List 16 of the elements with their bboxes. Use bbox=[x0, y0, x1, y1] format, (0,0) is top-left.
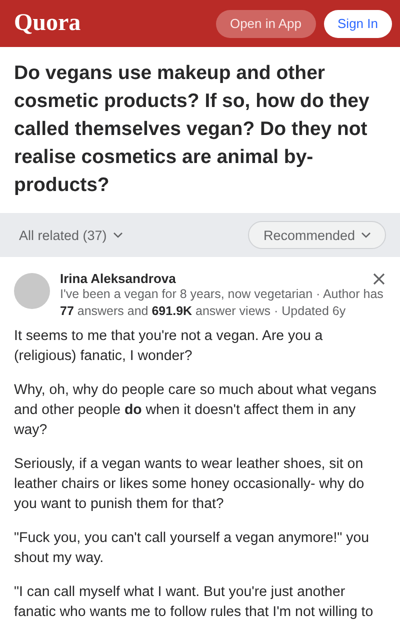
open-in-app-button[interactable]: Open in App bbox=[216, 10, 316, 38]
answer-paragraph: Seriously, if a vegan wants to wear leather shoes, sit on leather chairs or likes some honey occasionally- why do you want to punish them for that? bbox=[14, 455, 366, 514]
chevron-down-icon bbox=[112, 232, 123, 238]
author-credential: I've been a vegan for 8 years, now vegetarian · Author has 77 answers and 691.9K answer views · Updated 6y bbox=[60, 286, 384, 320]
answer-paragraph: It seems to me that you're not a vegan. Are you a (religious) fanatic, I wonder? bbox=[14, 327, 324, 366]
chevron-down-icon bbox=[361, 232, 371, 238]
answer-paragraph: Why, oh, why do people care so much about what vegans and other people do when it doesn't affect them in any way? bbox=[14, 381, 378, 440]
sort-dropdown[interactable]: Recommended bbox=[248, 221, 386, 249]
close-icon[interactable] bbox=[372, 272, 386, 286]
sign-in-button[interactable]: Sign In bbox=[324, 10, 392, 38]
answer-paragraph: "Fuck you, you can't call yourself a vegan anymore!" you shout my way. bbox=[14, 529, 370, 568]
question-title: Do vegans use makeup and other cosmetic products? If so, how do they called themselves vegan? Do they not realise cosmetics are animal by-products? bbox=[13, 61, 370, 198]
logo[interactable]: Quora bbox=[14, 10, 208, 37]
related-dropdown[interactable]: All related (37) bbox=[19, 228, 123, 242]
author-name[interactable]: Irina Aleksandrova bbox=[60, 271, 176, 286]
answer-paragraph: "I can call myself what I want. But you're just another fanatic who wants me to follow rules that I'm not willing to bbox=[14, 583, 374, 621]
